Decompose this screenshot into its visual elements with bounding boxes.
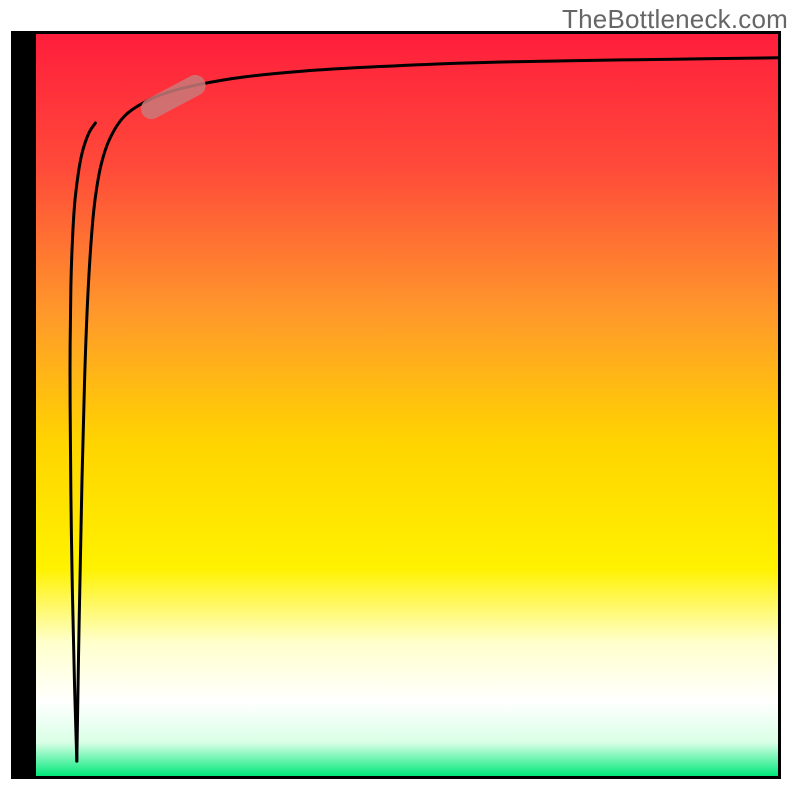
bottleneck-chart [0, 0, 800, 800]
watermark-text: TheBottleneck.com [562, 4, 788, 35]
gradient-background [36, 34, 778, 776]
frame-left [11, 31, 36, 779]
frame-bottom [33, 776, 781, 779]
plot-area [11, 31, 781, 779]
frame-right [778, 31, 781, 779]
chart-stage: TheBottleneck.com [0, 0, 800, 800]
